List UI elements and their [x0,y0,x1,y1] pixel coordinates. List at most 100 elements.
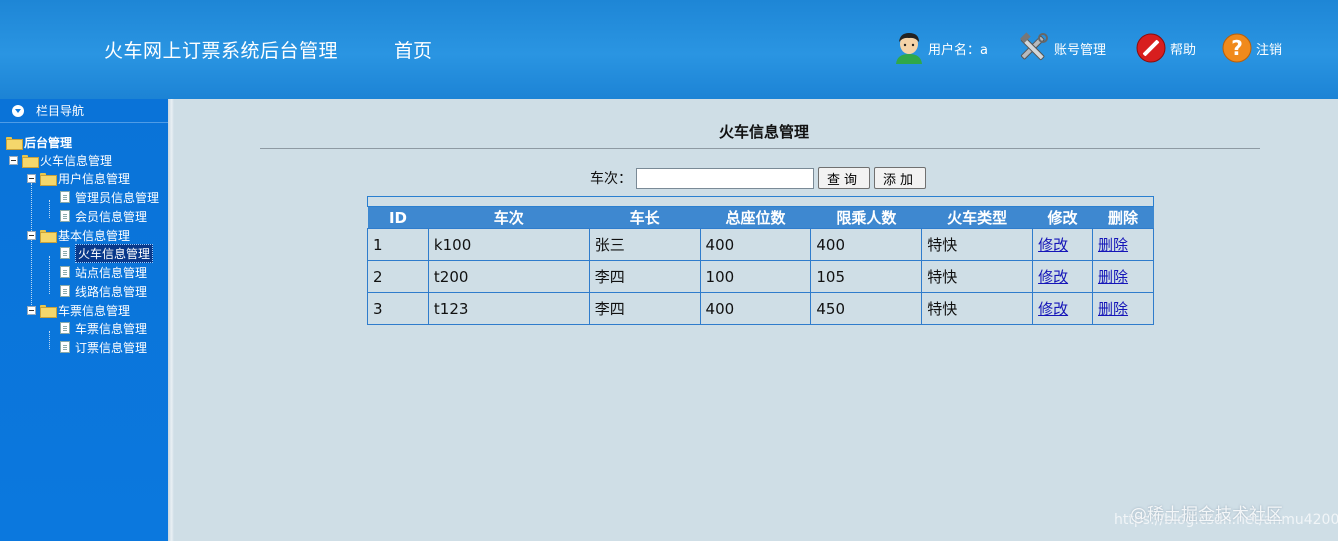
sidebar: 栏目导航 后台管理 火车信息管理 用户信息管理 管理员信息管理 会员信息管理 基… [0,99,168,541]
tree-root[interactable]: 后台管理 [6,133,72,151]
cell-type: 特快 [921,228,1034,261]
tree-label: 会员信息管理 [75,209,148,224]
edit-link[interactable]: 修改 [1038,236,1068,254]
page-icon [60,266,70,278]
account-management-link[interactable]: 账号管理 [1016,30,1106,66]
page-icon [60,191,70,203]
column-header: ID [367,206,429,229]
column-header: 火车类型 [921,206,1033,229]
cell-edit: 修改 [1032,228,1093,261]
edit-link[interactable]: 修改 [1038,268,1068,286]
cell-delete: 删除 [1092,292,1154,325]
column-header: 总座位数 [700,206,811,229]
tree-line [31,183,32,311]
tree-item-order-info[interactable]: 订票信息管理 [60,338,147,356]
train-table: ID 车次 车长 总座位数 限乘人数 火车类型 修改 删除 1 k100 张三 … [367,196,1154,325]
folder-open-icon [40,172,57,186]
tree-item-train-mgmt[interactable]: 火车信息管理 [9,151,112,169]
account-management-label: 账号管理 [1054,42,1107,58]
app-title: 火车网上订票系统后台管理 [104,40,339,62]
column-header: 限乘人数 [810,206,922,229]
cell-seats: 400 [699,228,812,261]
collapse-toggle-icon[interactable] [27,173,36,183]
svg-text:?: ? [1231,36,1243,60]
cell-seats: 400 [699,292,812,325]
delete-link[interactable]: 删除 [1098,300,1128,318]
tree-item-basic-mgmt[interactable]: 基本信息管理 [27,226,130,244]
top-header: 火车网上订票系统后台管理 首页 用户名：a 账号管理 帮助 ? 注销 [0,0,1338,99]
cell-edit: 修改 [1032,292,1093,325]
cell-seats: 100 [699,260,812,293]
user-avatar-icon [896,33,922,64]
query-button[interactable]: 查询 [818,167,871,189]
tree-item-route-info[interactable]: 线路信息管理 [60,282,147,300]
page-icon [60,285,70,297]
folder-open-icon [40,229,57,243]
collapse-toggle-icon[interactable] [9,155,18,165]
tree-label: 车票信息管理 [58,303,131,318]
tree-item-station-info[interactable]: 站点信息管理 [60,263,147,281]
cell-train: t123 [427,292,590,325]
folder-open-icon [22,154,39,168]
cell-train: t200 [427,260,590,293]
collapse-toggle-icon[interactable] [27,230,36,240]
nav-title: 栏目导航 [36,104,85,118]
column-header: 修改 [1032,206,1093,229]
tree-label: 车票信息管理 [75,321,148,336]
table-top-strip [367,196,1154,207]
watermark-text: @稀土掘金技术社区 [1130,505,1283,525]
edit-link[interactable]: 修改 [1038,300,1068,318]
column-header: 删除 [1092,206,1154,229]
collapse-arrow-icon [12,104,24,117]
title-divider [260,148,1260,149]
help-link[interactable]: 帮助 [1136,30,1196,66]
delete-link[interactable]: 删除 [1098,236,1128,254]
logout-link[interactable]: ? 注销 [1222,30,1282,66]
column-header: 车次 [428,206,590,229]
cell-limit: 105 [810,260,923,293]
tree-item-member-mgmt[interactable]: 会员信息管理 [60,207,147,225]
tree-label: 火车信息管理 [40,153,113,168]
tree-label: 管理员信息管理 [75,190,160,205]
page-icon [60,341,70,353]
table-row: 1 k100 张三 400 400 特快 修改 删除 [367,228,1154,261]
search-bar: 车次： 查询 添加 [590,166,930,190]
cell-type: 特快 [921,292,1034,325]
tree-item-admin-mgmt[interactable]: 管理员信息管理 [60,188,159,206]
folder-open-icon [6,136,23,150]
tree-line [49,200,50,218]
delete-link[interactable]: 删除 [1098,268,1128,286]
tree-item-user-mgmt[interactable]: 用户信息管理 [27,169,130,187]
home-link[interactable]: 首页 [394,36,432,63]
cell-id: 3 [367,292,429,325]
page-icon [60,247,70,259]
help-pencil-icon [1136,33,1166,63]
tree-label: 线路信息管理 [75,284,148,299]
tree-line [49,256,50,294]
user-info: 用户名：a [894,30,988,66]
add-button[interactable]: 添加 [874,167,927,189]
table-header-row: ID 车次 车长 总座位数 限乘人数 火车类型 修改 删除 [367,206,1154,229]
logout-label: 注销 [1256,42,1283,58]
cell-train: k100 [427,228,590,261]
question-icon: ? [1222,33,1252,63]
train-number-input[interactable] [636,167,814,189]
cell-conductor: 张三 [588,228,701,261]
tools-icon [1020,32,1048,61]
page-icon [60,322,70,334]
username-label: 用户名：a [928,42,988,58]
tree-item-train-info[interactable]: 火车信息管理 [60,243,154,263]
page-title: 火车信息管理 [718,123,809,141]
search-label: 车次： [590,171,632,187]
page-icon [60,210,70,222]
nav-header[interactable]: 栏目导航 [0,99,168,123]
cell-conductor: 李四 [588,292,701,325]
cell-type: 特快 [921,260,1034,293]
tree-item-ticket-info[interactable]: 车票信息管理 [60,319,147,337]
tree-line [49,331,50,349]
tree-item-ticket-mgmt[interactable]: 车票信息管理 [27,301,130,319]
cell-delete: 删除 [1092,228,1154,261]
tree-label: 站点信息管理 [75,265,148,280]
cell-edit: 修改 [1032,260,1093,293]
collapse-toggle-icon[interactable] [27,305,36,315]
